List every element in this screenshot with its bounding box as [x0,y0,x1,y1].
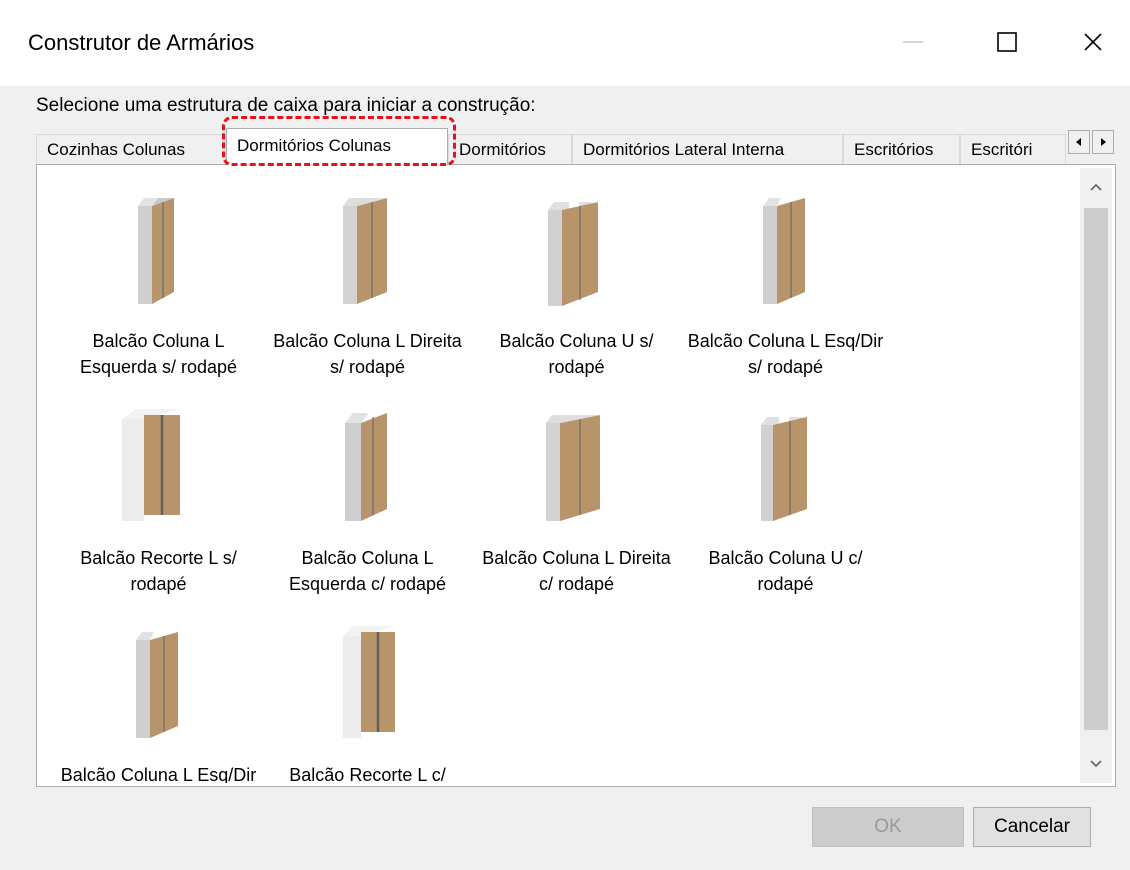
list-item[interactable]: Balcão Coluna L Esq/Dir s/ rodapé [683,188,888,380]
ok-button[interactable]: OK [812,807,964,847]
list-item[interactable]: Balcão Recorte L s/ rodapé [56,405,261,597]
scroll-up-button[interactable] [1080,170,1112,204]
cabinet-u-icon [474,188,679,308]
tab-dormitorios[interactable]: Dormitórios [448,134,572,164]
maximize-button[interactable] [972,16,1042,68]
instruction-text: Selecione uma estrutura de caixa para in… [36,95,536,116]
cabinet-l-left-icon [265,405,470,525]
chevron-up-icon [1090,183,1102,191]
cancel-button[interactable]: Cancelar [973,807,1091,847]
minimize-button [878,16,948,68]
tab-scroll-left-button[interactable] [1068,130,1090,154]
close-icon [1084,33,1102,51]
tab-cozinhas-colunas[interactable]: Cozinhas Colunas [36,134,226,164]
tab-escritorios[interactable]: Escritórios [843,134,960,164]
tab-escritorios-truncated[interactable]: Escritóri [960,134,1066,164]
minimize-icon [903,41,923,43]
structure-list: Balcão Coluna L Esquerda s/ rodapé Balcã… [40,168,1075,783]
tab-highlight-annotation [222,116,456,166]
list-item[interactable]: Balcão Coluna U s/ rodapé [474,188,679,380]
tab-strip: Cozinhas Colunas Dormitórios Colunas Dor… [36,128,1116,165]
cabinet-l-left-icon [56,188,261,308]
cabinet-l-both-icon [56,622,261,742]
list-item[interactable]: Balcão Coluna L Direita c/ rodapé [474,405,679,597]
list-item[interactable]: Balcão Coluna L Esquerda c/ rodapé [265,405,470,597]
maximize-icon [997,32,1017,52]
cabinet-cutout-icon [56,405,261,525]
cabinet-l-both-icon [683,188,888,308]
close-button[interactable] [1058,16,1128,68]
title-bar: Construtor de Armários [0,0,1130,86]
cabinet-l-right-icon [474,405,679,525]
tab-content-panel: Balcão Coluna L Esquerda s/ rodapé Balcã… [36,164,1116,787]
tab-scroll-arrows [1066,130,1114,154]
list-item[interactable]: Balcão Coluna L Esq/Dir c/ rodapé [56,622,261,783]
scrollbar-thumb[interactable] [1084,208,1108,730]
chevron-down-icon [1090,760,1102,768]
cabinet-u-icon [683,405,888,525]
scroll-down-button[interactable] [1080,747,1112,781]
window-title: Construtor de Armários [28,30,255,55]
list-item[interactable]: Balcão Coluna L Direita s/ rodapé [265,188,470,380]
vertical-scrollbar[interactable] [1080,168,1112,783]
triangle-left-icon [1076,138,1081,146]
list-item[interactable]: Balcão Coluna U c/ rodapé [683,405,888,597]
list-item[interactable]: Balcão Coluna L Esquerda s/ rodapé [56,188,261,380]
list-item[interactable]: Balcão Recorte L c/ rodapé [265,622,470,783]
tab-dormitorios-lateral-interna[interactable]: Dormitórios Lateral Interna [572,134,843,164]
triangle-right-icon [1101,138,1106,146]
cabinet-cutout-icon [265,622,470,742]
tab-scroll-right-button[interactable] [1092,130,1114,154]
cabinet-l-right-icon [265,188,470,308]
